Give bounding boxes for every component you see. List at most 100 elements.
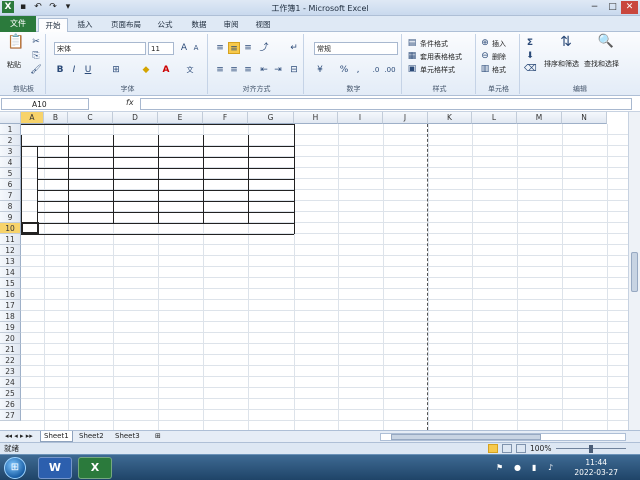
start-button[interactable]: ⊞ xyxy=(4,457,26,479)
row-header-9[interactable]: 9 xyxy=(0,212,21,223)
autosum-button[interactable]: Σ xyxy=(524,37,536,49)
sort-filter-button[interactable]: 排序和筛选 xyxy=(544,59,579,69)
align-top-icon[interactable]: ≡ xyxy=(214,42,226,54)
taskbar-word-app[interactable]: W xyxy=(38,457,72,479)
minimize-button[interactable]: − xyxy=(586,1,603,14)
column-header-b[interactable]: B xyxy=(44,112,68,124)
row-header-10[interactable]: 10 xyxy=(0,223,21,234)
font-color-icon[interactable]: A xyxy=(160,64,172,76)
page-layout-view-icon[interactable] xyxy=(502,444,512,453)
row-header-24[interactable]: 24 xyxy=(0,377,21,388)
selected-cell-outline[interactable] xyxy=(21,222,39,234)
row-header-12[interactable]: 12 xyxy=(0,245,21,256)
conditional-format-button[interactable]: 条件格式 xyxy=(420,39,448,49)
row-header-4[interactable]: 4 xyxy=(0,157,21,168)
maximize-button[interactable]: □ xyxy=(604,1,621,14)
paste-button[interactable]: 粘贴 xyxy=(7,60,21,70)
sheet-nav-arrows[interactable]: ◂◂ ◂ ▸ ▸▸ xyxy=(2,431,36,442)
tab-insert[interactable]: 插入 xyxy=(70,18,100,32)
italic-button[interactable]: I xyxy=(68,64,80,76)
column-header-c[interactable]: C xyxy=(68,112,113,124)
tray-volume-icon[interactable]: ♪ xyxy=(548,463,553,472)
row-header-26[interactable]: 26 xyxy=(0,399,21,410)
paste-icon[interactable]: 📋 xyxy=(7,35,25,58)
cut-icon[interactable]: ✂ xyxy=(30,36,42,48)
row-header-14[interactable]: 14 xyxy=(0,267,21,278)
normal-view-icon[interactable] xyxy=(488,444,498,453)
row-header-11[interactable]: 11 xyxy=(0,234,21,245)
row-header-13[interactable]: 13 xyxy=(0,256,21,267)
align-right-icon[interactable]: ≡ xyxy=(242,64,254,76)
row-header-23[interactable]: 23 xyxy=(0,366,21,377)
column-header-e[interactable]: E xyxy=(158,112,203,124)
name-box[interactable]: A10 xyxy=(1,98,89,110)
find-select-button[interactable]: 查找和选择 xyxy=(584,59,619,69)
sheet-tab-3[interactable]: Sheet3 xyxy=(112,431,143,442)
currency-icon[interactable]: ¥ xyxy=(314,64,326,76)
format-cells-button[interactable]: 格式 xyxy=(492,65,506,75)
grow-font-icon[interactable]: A xyxy=(178,42,190,54)
merge-center-icon[interactable]: ⊟ xyxy=(288,64,300,76)
comma-button[interactable]: , xyxy=(352,64,364,76)
row-header-18[interactable]: 18 xyxy=(0,311,21,322)
bold-button[interactable]: B xyxy=(54,64,66,76)
horizontal-scrollbar[interactable] xyxy=(380,433,626,441)
orientation-icon[interactable]: ⤴ xyxy=(258,42,270,54)
row-header-1[interactable]: 1 xyxy=(0,124,21,135)
row-header-21[interactable]: 21 xyxy=(0,344,21,355)
delete-cells-button[interactable]: 删除 xyxy=(492,52,506,62)
vertical-scroll-thumb[interactable] xyxy=(631,252,638,292)
column-header-a[interactable]: A xyxy=(21,112,44,124)
wrap-text-icon[interactable]: ↵ xyxy=(288,42,300,54)
sheet-tab-1[interactable]: Sheet1 xyxy=(40,431,73,442)
column-header-n[interactable]: N xyxy=(562,112,607,124)
page-break-view-icon[interactable] xyxy=(516,444,526,453)
cell-styles-button[interactable]: 单元格样式 xyxy=(420,65,455,75)
column-header-d[interactable]: D xyxy=(113,112,158,124)
column-header-f[interactable]: F xyxy=(203,112,248,124)
formula-input[interactable] xyxy=(140,98,632,110)
align-bottom-icon[interactable]: ≡ xyxy=(242,42,254,54)
tab-home[interactable]: 开始 xyxy=(38,18,68,32)
percent-button[interactable]: % xyxy=(338,64,350,76)
worksheet-grid[interactable]: A B C D E F G H I J K L M N 1 2 3 4 5 6 7 8 9 10 11 12 13 14 15 16 17 1… xyxy=(0,112,628,430)
row-header-8[interactable]: 8 xyxy=(0,201,21,212)
tray-flag-icon[interactable]: ⚑ xyxy=(496,463,503,472)
fill-color-icon[interactable]: ◆ xyxy=(140,64,152,76)
row-header-25[interactable]: 25 xyxy=(0,388,21,399)
tray-network-icon[interactable]: ▮ xyxy=(532,463,536,472)
row-header-5[interactable]: 5 xyxy=(0,168,21,179)
tab-data[interactable]: 数据 xyxy=(184,18,214,32)
row-header-27[interactable]: 27 xyxy=(0,410,21,421)
find-select-icon[interactable]: 🔍 xyxy=(596,35,616,56)
column-header-g[interactable]: G xyxy=(248,112,294,124)
align-left-icon[interactable]: ≡ xyxy=(214,64,226,76)
taskbar-excel-app[interactable]: X xyxy=(78,457,112,479)
format-as-table-button[interactable]: 套用表格格式 xyxy=(420,52,462,62)
column-header-l[interactable]: L xyxy=(472,112,517,124)
row-header-19[interactable]: 19 xyxy=(0,322,21,333)
tab-file[interactable]: 文件 xyxy=(0,16,36,32)
vertical-scrollbar[interactable] xyxy=(628,112,640,430)
font-name-select[interactable]: 宋体 xyxy=(54,42,146,55)
borders-icon[interactable]: ⊞ xyxy=(110,64,122,76)
format-painter-icon[interactable]: 🖌 xyxy=(30,64,42,76)
insert-sheet-icon[interactable]: ⊞ xyxy=(152,431,164,442)
horizontal-scroll-thumb[interactable] xyxy=(391,434,541,440)
row-header-22[interactable]: 22 xyxy=(0,355,21,366)
sort-filter-icon[interactable]: ⇅ xyxy=(556,35,576,56)
row-header-3[interactable]: 3 xyxy=(0,146,21,157)
row-header-6[interactable]: 6 xyxy=(0,179,21,190)
decrease-decimal-icon[interactable]: .00 xyxy=(384,64,396,76)
column-header-j[interactable]: J xyxy=(383,112,428,124)
number-format-select[interactable]: 常规 xyxy=(314,42,398,55)
system-clock[interactable]: 11:44 2022-03-27 xyxy=(574,458,618,478)
phonetic-icon[interactable]: 文 xyxy=(184,64,196,76)
tab-review[interactable]: 审阅 xyxy=(218,18,244,32)
row-header-20[interactable]: 20 xyxy=(0,333,21,344)
column-header-k[interactable]: K xyxy=(428,112,472,124)
column-header-h[interactable]: H xyxy=(294,112,338,124)
underline-button[interactable]: U xyxy=(82,64,94,76)
insert-cells-button[interactable]: 插入 xyxy=(492,39,506,49)
row-header-15[interactable]: 15 xyxy=(0,278,21,289)
